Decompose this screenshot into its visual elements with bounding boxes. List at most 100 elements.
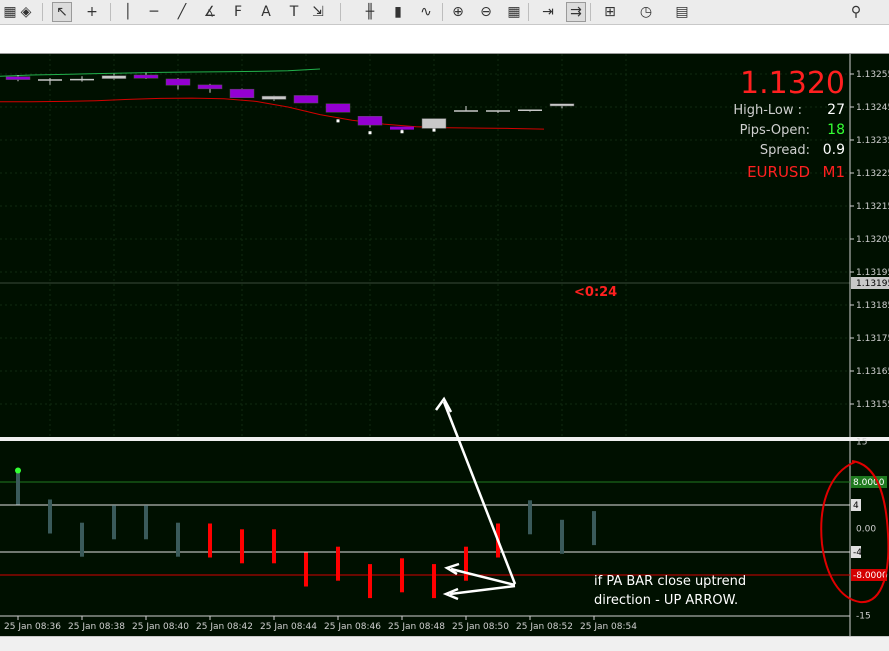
time-axis-label: 25 Jan 08:52	[516, 622, 573, 632]
oscillator-axis: 150.00-158.00004-4-8.0000	[851, 438, 888, 622]
price-axis-label: 1.13195	[856, 268, 889, 278]
signal-dot	[432, 128, 436, 132]
info-symbol: EURUSD	[747, 163, 810, 181]
current-price-label: 1.13195	[856, 279, 889, 289]
fibonacci-icon[interactable]: F	[228, 2, 248, 22]
price-axis-label: 1.13225	[856, 169, 889, 179]
oscillator-signal-dot	[15, 467, 21, 474]
candle-body	[325, 103, 351, 113]
info-pips-open-label: Pips-Open:	[740, 123, 810, 138]
price-axis-label: 1.13205	[856, 235, 889, 245]
indicators-icon[interactable]: ⊞	[600, 2, 620, 22]
toolbar-separator	[590, 3, 591, 21]
price-axis-label: 1.13165	[856, 367, 889, 377]
candlestick-icon[interactable]: ▮	[388, 2, 408, 22]
time-axis: 25 Jan 08:36 25 Jan 08:38 25 Jan 08:40 25 J…	[4, 616, 637, 632]
chart-shift-icon[interactable]: ⇥	[538, 2, 558, 22]
arrows-icon[interactable]: ⇲	[308, 2, 328, 22]
lower-band-line	[0, 97, 545, 130]
toolbar-separator	[42, 3, 43, 21]
toolbar-separator	[110, 3, 111, 21]
price-axis-label: 1.13175	[856, 334, 889, 344]
gann-icon[interactable]: ∡	[200, 2, 220, 22]
signal-dot	[400, 130, 404, 134]
zoom-out-icon[interactable]: ⊖	[476, 2, 496, 22]
chart-canvas: 1.13255 1.13245 1.13235 1.13225 1.13215 1.132…	[0, 54, 889, 636]
time-axis-label: 25 Jan 08:44	[260, 622, 317, 632]
time-axis-label: 25 Jan 08:54	[580, 622, 637, 632]
templates-icon[interactable]: ▤	[672, 2, 692, 22]
tile-windows-icon[interactable]: ▦	[504, 2, 524, 22]
bar-countdown: <0:24	[574, 285, 617, 300]
candle-body	[229, 88, 255, 99]
info-spread-value: 0.9	[823, 142, 845, 158]
info-spread-label: Spread:	[760, 143, 810, 158]
time-axis-label: 25 Jan 08:40	[132, 622, 189, 632]
time-axis-label: 25 Jan 08:38	[68, 622, 125, 632]
candle-body	[293, 95, 319, 104]
annotation-text-line1: if PA BAR close uptrend	[594, 574, 746, 589]
toolbar-separator	[340, 3, 341, 21]
horizontal-line-icon[interactable]: ─	[144, 2, 164, 22]
price-axis-label: 1.13155	[856, 400, 889, 410]
periodicity-icon[interactable]: ◷	[636, 2, 656, 22]
toolbar-separator	[528, 3, 529, 21]
toolbar-separator	[442, 3, 443, 21]
osc-level-label: -4	[853, 548, 862, 558]
price-axis-label: 1.13245	[856, 103, 889, 113]
candle-body	[261, 95, 287, 100]
time-axis-label: 25 Jan 08:42	[196, 622, 253, 632]
status-bar	[0, 636, 889, 651]
crosshair-icon[interactable]: +	[82, 2, 102, 22]
candle-body	[165, 78, 191, 86]
vertical-line-icon[interactable]: │	[118, 2, 138, 22]
osc-axis-label: 0.00	[856, 525, 876, 535]
chart-header-bar	[0, 25, 889, 54]
time-axis-label: 25 Jan 08:46	[324, 622, 381, 632]
candle-body	[421, 118, 447, 129]
time-axis-label: 25 Jan 08:36	[4, 622, 61, 632]
price-chart[interactable]: 1.13255 1.13245 1.13235 1.13225 1.13215 1.132…	[0, 54, 889, 636]
osc-axis-label: -15	[856, 612, 871, 622]
candle-body	[197, 84, 223, 90]
time-axis-label: 25 Jan 08:48	[388, 622, 445, 632]
info-price: 1.1320	[740, 66, 845, 101]
candle-body	[357, 115, 383, 126]
cursor-icon[interactable]: ↖	[52, 2, 72, 22]
search-icon[interactable]: ⚲	[846, 2, 866, 22]
subwindow-separator	[0, 437, 889, 441]
annotation-arrows	[434, 396, 517, 601]
osc-level-label: 4	[853, 501, 859, 511]
candle-body	[5, 76, 31, 80]
signal-dot	[368, 131, 372, 135]
osc-axis-label: 15	[856, 438, 867, 448]
upper-band-line	[0, 68, 321, 77]
candle-body	[133, 74, 159, 79]
oscillator-bars	[15, 467, 596, 599]
info-timeframe: M1	[823, 163, 846, 181]
price-axis-label: 1.13235	[856, 136, 889, 146]
history-icon[interactable]: ◈	[16, 2, 36, 22]
bar-chart-icon[interactable]: ╫	[360, 2, 380, 22]
info-high-low-label: High-Low :	[733, 103, 802, 118]
candles-group	[5, 72, 575, 132]
trend-line-icon[interactable]: ╱	[172, 2, 192, 22]
text-label-icon[interactable]: T	[284, 2, 304, 22]
price-axis-label: 1.13185	[856, 301, 889, 311]
info-pips-open-value: 18	[827, 122, 845, 138]
toolbar: ▦ ◈ ↖ + │ ─ ╱ ∡ F A T ⇲ ╫ ▮ ∿ ⊕ ⊖ ▦ ⇥ ⇉ ⊞ ◷ ▤ ⚲	[0, 0, 889, 25]
price-axis: 1.13255 1.13245 1.13235 1.13225 1.13215 1.132…	[850, 70, 889, 410]
text-icon[interactable]: A	[256, 2, 276, 22]
line-chart-icon[interactable]: ∿	[416, 2, 436, 22]
signal-dot	[336, 119, 340, 123]
info-high-low-value: 27	[827, 102, 845, 118]
chart-grid	[0, 54, 850, 437]
zoom-in-icon[interactable]: ⊕	[448, 2, 468, 22]
price-axis-label: 1.13255	[856, 70, 889, 80]
osc-level-label: -8.0000	[853, 571, 888, 581]
annotation-text-line2: direction - UP ARROW.	[594, 593, 738, 608]
candle-body	[101, 75, 127, 79]
candle-body	[549, 103, 575, 107]
time-axis-label: 25 Jan 08:50	[452, 622, 509, 632]
autoscroll-icon[interactable]: ⇉	[566, 2, 586, 22]
